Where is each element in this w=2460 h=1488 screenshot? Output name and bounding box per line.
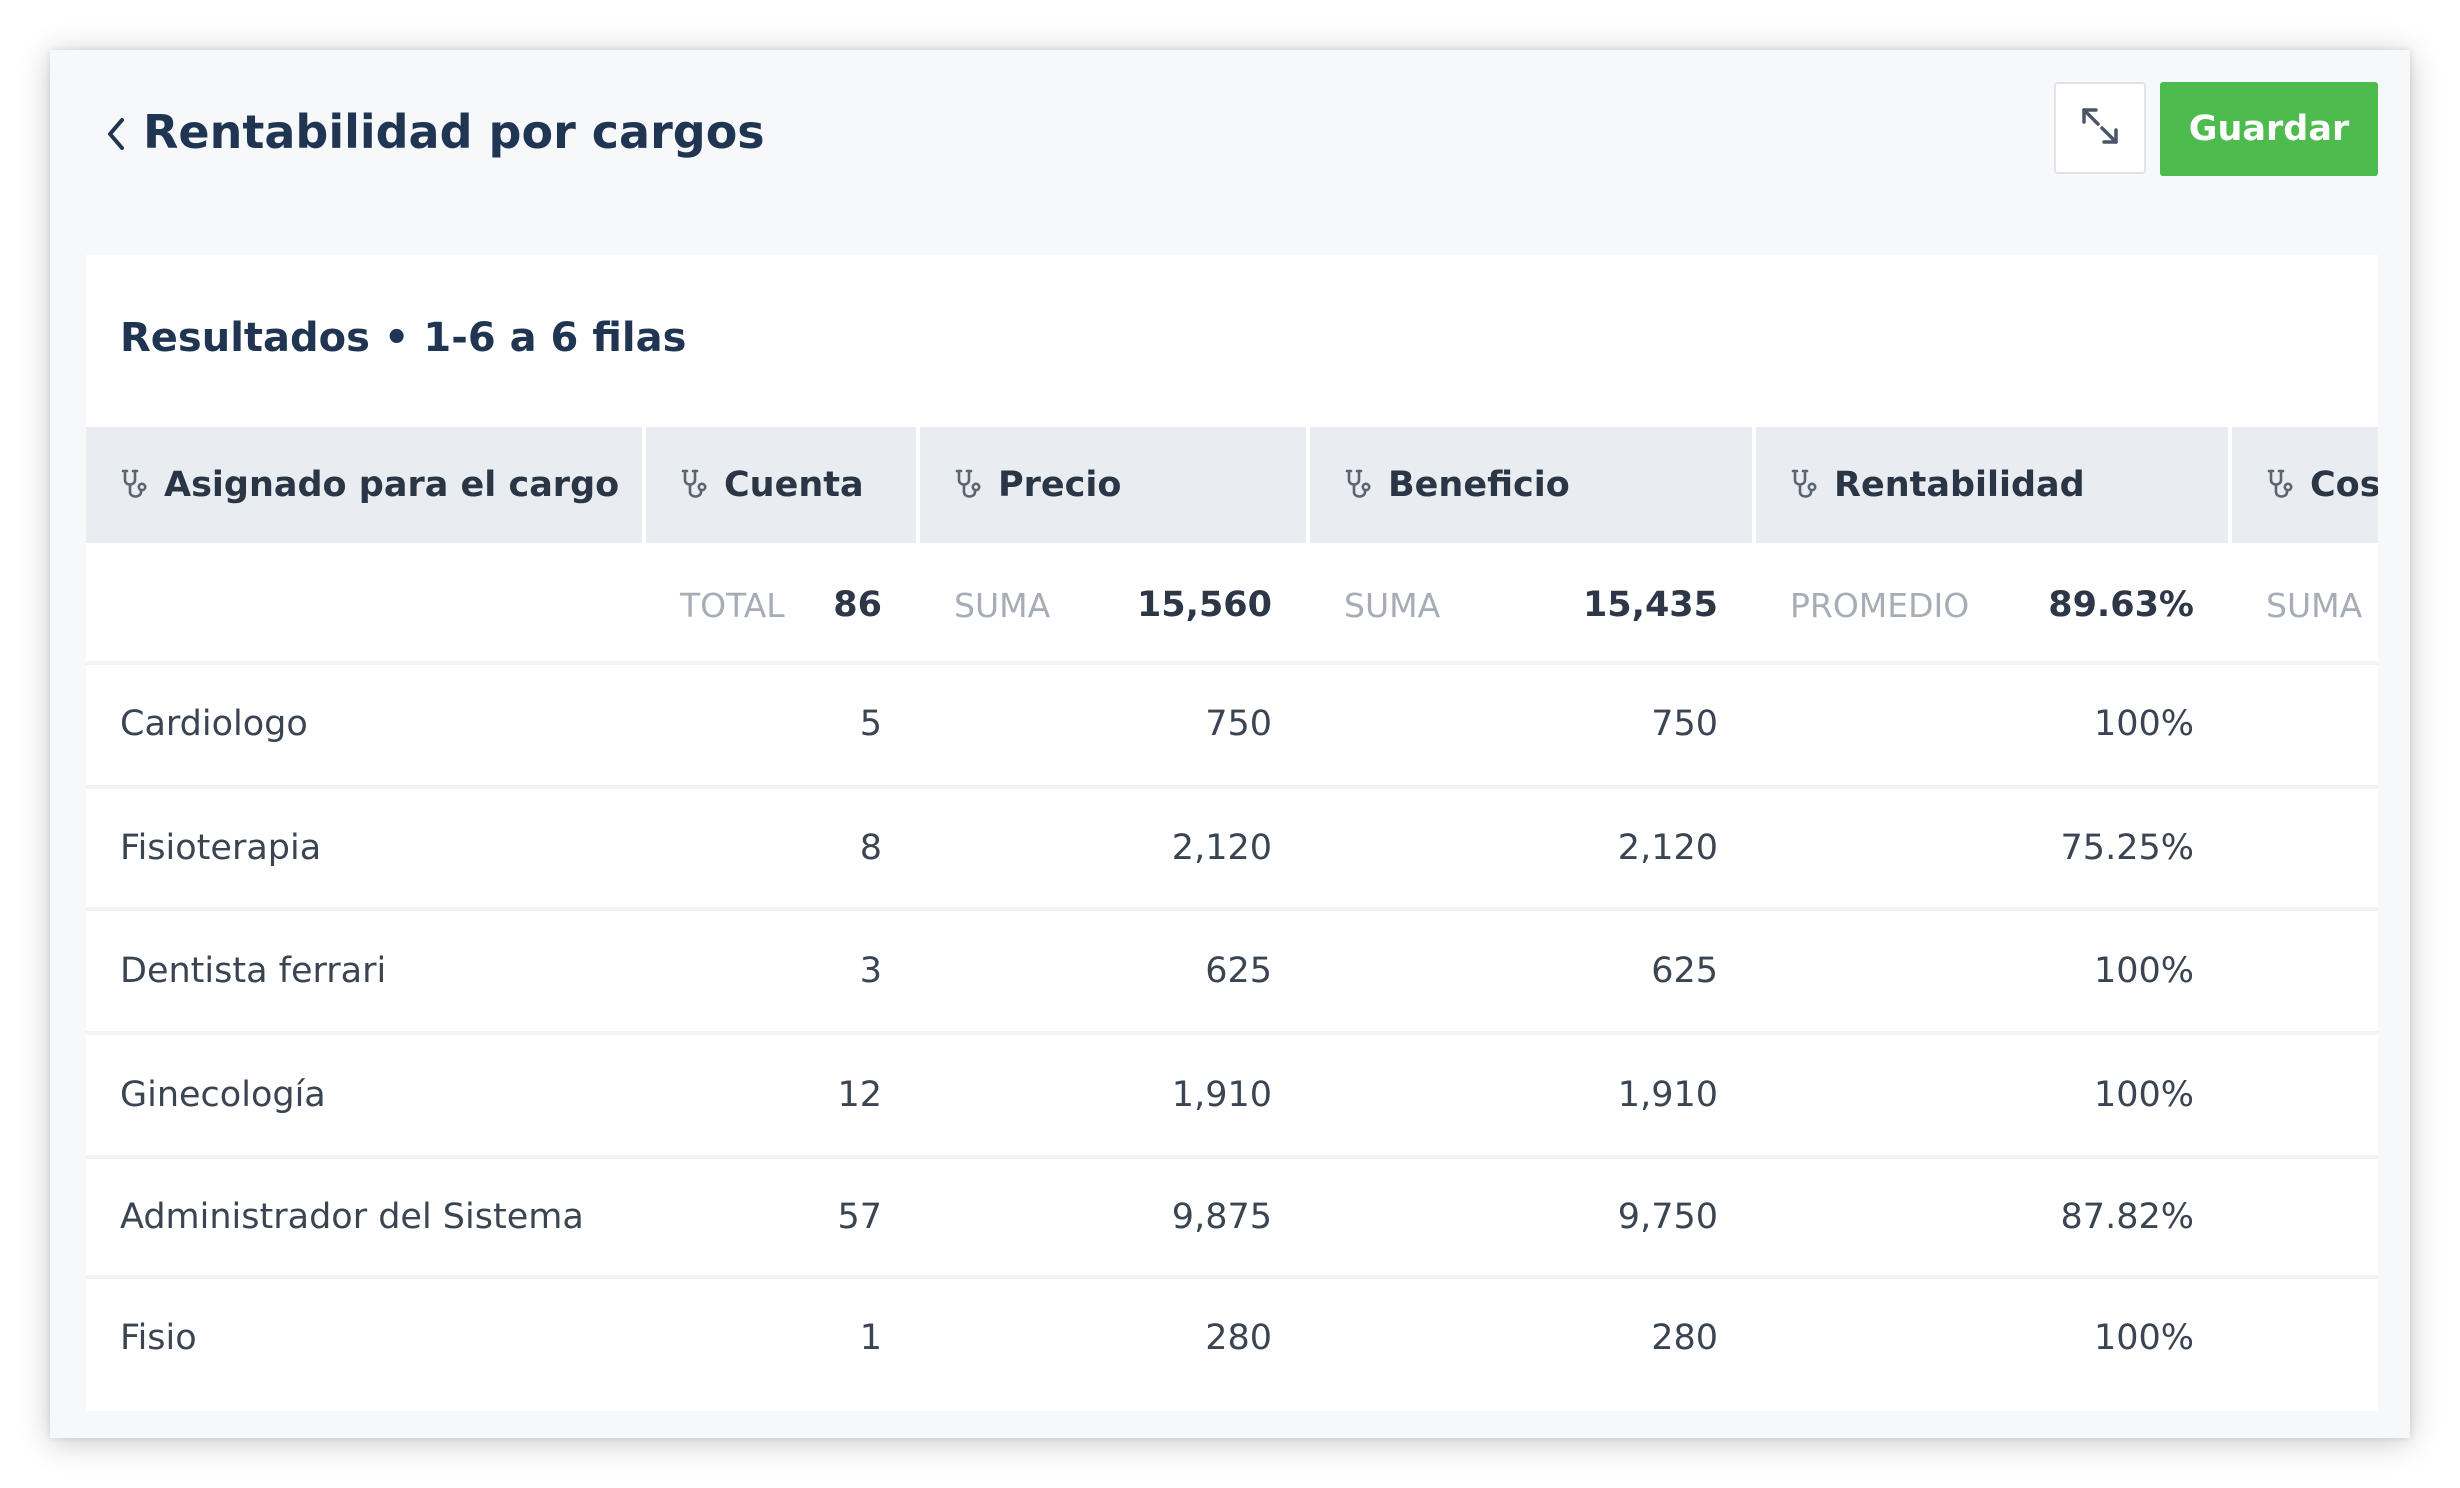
table-cell: 100%	[1756, 1035, 2228, 1155]
row-divider	[86, 1155, 2378, 1159]
expand-arrows-icon	[2076, 102, 2124, 154]
report-window: Rentabilidad por cargos Guardar Resultad…	[50, 50, 2410, 1438]
table-cell	[2232, 665, 2378, 783]
stethoscope-icon	[680, 468, 710, 502]
page-title: Rentabilidad por cargos	[143, 105, 765, 159]
column-header-label: Cuenta	[724, 465, 864, 505]
table-cell: 87.82%	[1756, 1159, 2228, 1275]
table-cell: 625	[1310, 911, 1752, 1031]
table-cell: 8	[646, 789, 916, 907]
summary-label: TOTAL	[680, 585, 785, 625]
save-button[interactable]: Guardar	[2160, 82, 2378, 176]
table-cell	[2232, 1279, 2378, 1397]
summary-cell	[86, 547, 642, 663]
stethoscope-icon	[1344, 468, 1374, 502]
results-title: Resultados • 1-6 a 6 filas	[120, 315, 687, 361]
column-header-label: Precio	[998, 465, 1122, 505]
table-cell: 1,910	[920, 1035, 1306, 1155]
summary-label: PROMEDIO	[1790, 585, 1970, 625]
table-cell: 3	[646, 911, 916, 1031]
table-cell: 2,120	[920, 789, 1306, 907]
table-cell: 1	[646, 1279, 916, 1397]
expand-button[interactable]	[2054, 82, 2146, 174]
summary-value: 89.63%	[2048, 585, 2194, 625]
column-header-profitability[interactable]: Rentabilidad	[1756, 427, 2228, 543]
column-header-label: Asignado para el cargo	[164, 465, 620, 505]
column-header-cost[interactable]: Cost	[2232, 427, 2378, 543]
results-table[interactable]: Asignado para el cargo Cardiologo Fisioter…	[86, 427, 2378, 1411]
table-cell: 1,910	[1310, 1035, 1752, 1155]
row-divider	[86, 1275, 2378, 1279]
summary-label: SUMA	[1344, 585, 1441, 625]
table-grid: Asignado para el cargo Cardiologo Fisioter…	[86, 427, 2378, 1411]
table-cell: 750	[920, 665, 1306, 783]
table-cell: Ginecología	[86, 1035, 642, 1155]
stethoscope-icon	[1790, 468, 1820, 502]
column-cost: Cost SUMA	[2232, 427, 2378, 1411]
column-assigned: Asignado para el cargo Cardiologo Fisioter…	[86, 427, 642, 1411]
summary-cell: PROMEDIO 89.63%	[1756, 547, 2228, 663]
table-cell	[2232, 1159, 2378, 1275]
summary-cell: SUMA 15,435	[1310, 547, 1752, 663]
row-divider	[86, 785, 2378, 789]
table-cell: Fisio	[86, 1279, 642, 1397]
summary-cell: SUMA	[2232, 547, 2378, 663]
table-cell	[2232, 1035, 2378, 1155]
row-divider	[86, 661, 2378, 665]
column-header-profit[interactable]: Beneficio	[1310, 427, 1752, 543]
table-cell: 280	[1310, 1279, 1752, 1397]
column-header-label: Beneficio	[1388, 465, 1570, 505]
results-card: Resultados • 1-6 a 6 filas Asignado para…	[86, 255, 2378, 1411]
column-profit: Beneficio SUMA 15,435 750 2,120 625 1,910 9,750…	[1310, 427, 1752, 1411]
table-cell	[2232, 911, 2378, 1031]
summary-value: 86	[833, 585, 882, 625]
table-cell: 100%	[1756, 1279, 2228, 1397]
stethoscope-icon	[120, 468, 150, 502]
summary-label: SUMA	[954, 585, 1051, 625]
stethoscope-icon	[2266, 468, 2296, 502]
column-header-label: Cost	[2310, 465, 2378, 505]
column-profitability: Rentabilidad PROMEDIO 89.63% 100% 75.25% 100%…	[1756, 427, 2228, 1411]
table-cell: 9,750	[1310, 1159, 1752, 1275]
table-cell: 2,120	[1310, 789, 1752, 907]
table-cell: Fisioterapia	[86, 789, 642, 907]
back-button[interactable]	[98, 106, 134, 166]
chevron-left-icon	[106, 117, 126, 155]
column-header-price[interactable]: Precio	[920, 427, 1306, 543]
table-cell: 750	[1310, 665, 1752, 783]
row-divider	[86, 907, 2378, 911]
table-cell: Administrador del Sistema	[86, 1159, 642, 1275]
stethoscope-icon	[954, 468, 984, 502]
table-cell	[2232, 789, 2378, 907]
column-header-count[interactable]: Cuenta	[646, 427, 916, 543]
summary-label: SUMA	[2266, 585, 2363, 625]
table-cell: Cardiologo	[86, 665, 642, 783]
table-cell: 9,875	[920, 1159, 1306, 1275]
summary-cell: TOTAL 86	[646, 547, 916, 663]
column-price: Precio SUMA 15,560 750 2,120 625 1,910 9,875 280	[920, 427, 1306, 1411]
table-cell: 100%	[1756, 911, 2228, 1031]
table-cell: 57	[646, 1159, 916, 1275]
table-cell: 100%	[1756, 665, 2228, 783]
summary-value: 15,560	[1136, 585, 1272, 625]
table-cell: 280	[920, 1279, 1306, 1397]
column-header-assigned[interactable]: Asignado para el cargo	[86, 427, 642, 543]
table-cell: 625	[920, 911, 1306, 1031]
summary-cell: SUMA 15,560	[920, 547, 1306, 663]
table-cell: Dentista ferrari	[86, 911, 642, 1031]
row-divider	[86, 1031, 2378, 1035]
table-cell: 75.25%	[1756, 789, 2228, 907]
table-cell: 12	[646, 1035, 916, 1155]
column-header-label: Rentabilidad	[1834, 465, 2085, 505]
column-count: Cuenta TOTAL 86 5 8 3 12 57 1	[646, 427, 916, 1411]
table-cell: 5	[646, 665, 916, 783]
summary-value: 15,435	[1582, 585, 1718, 625]
